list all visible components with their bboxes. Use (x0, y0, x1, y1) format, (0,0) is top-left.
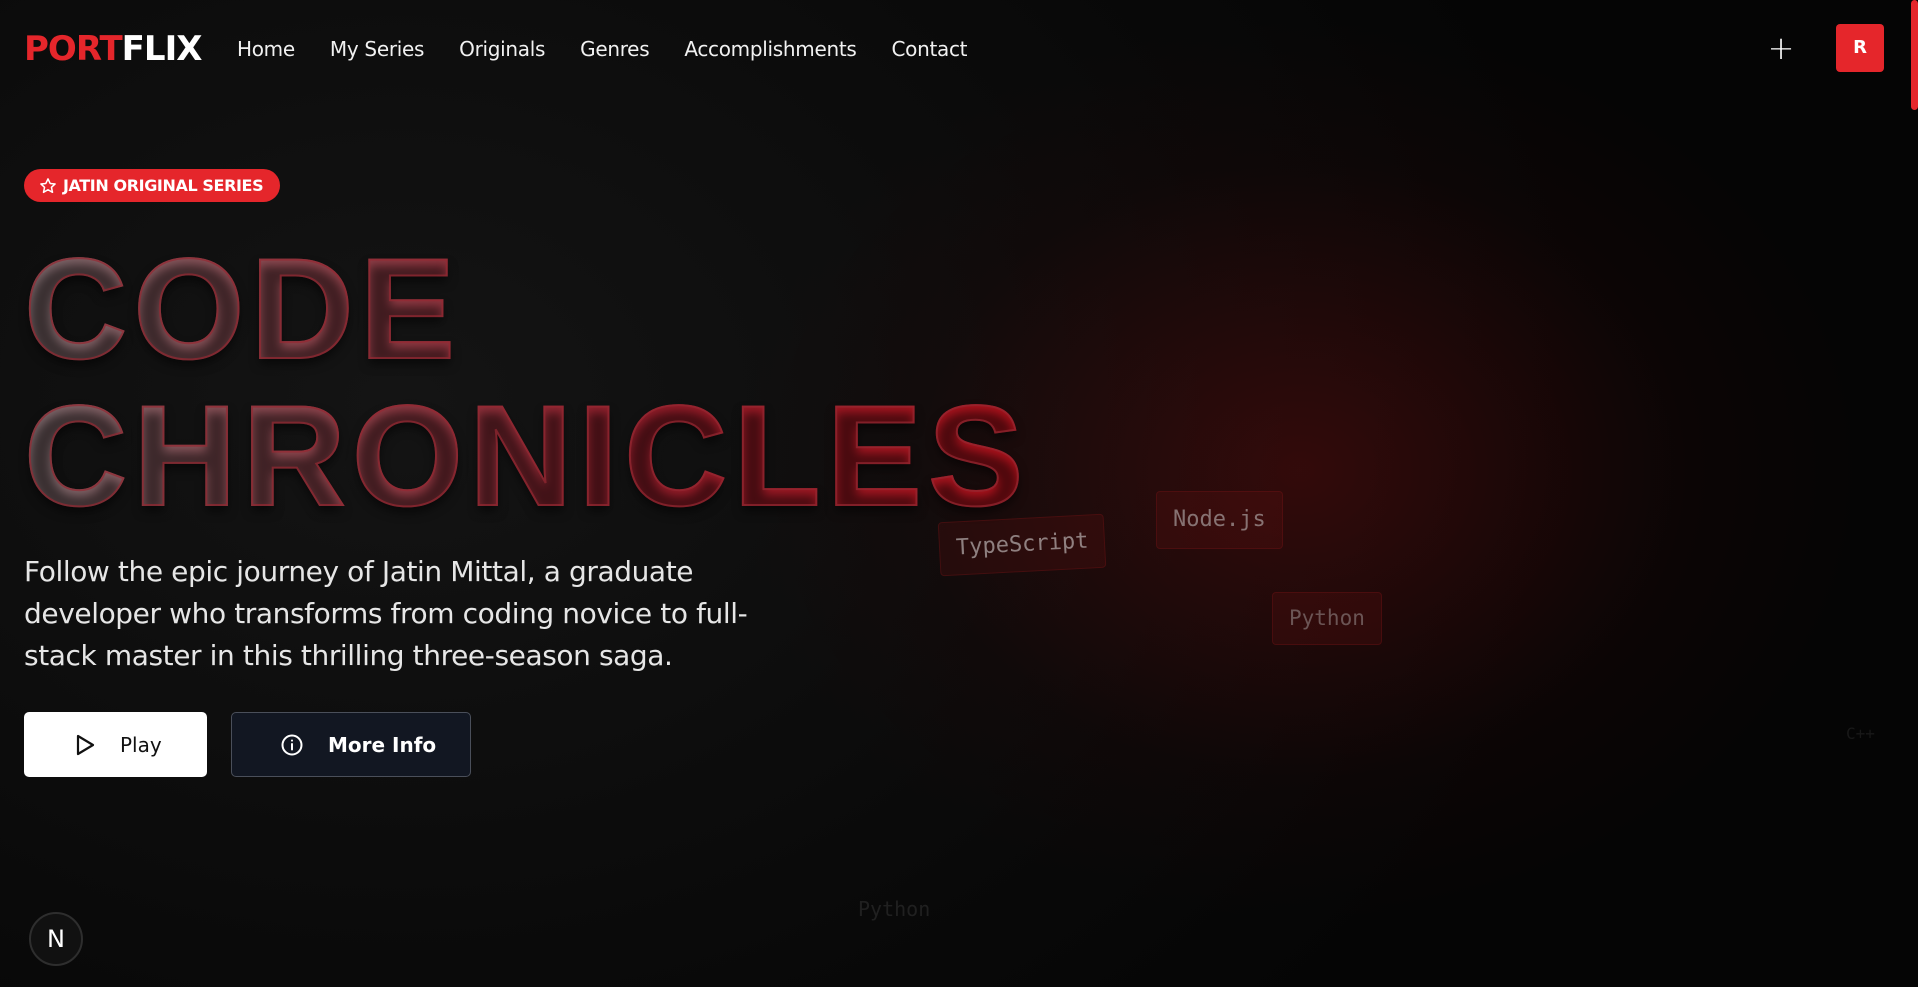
nav-link-home[interactable]: Home (237, 36, 295, 62)
floating-tag-nodejs: Node.js (1156, 491, 1283, 549)
logo-port: PORT (24, 29, 123, 69)
play-icon (76, 734, 95, 755)
ghost-tag-python: Python (858, 897, 931, 921)
hero-title-line-1: CODE (23, 230, 462, 389)
hero-title-line-2: CHRONICLES (23, 377, 1030, 536)
nav-link-my-series[interactable]: My Series (330, 36, 425, 62)
hero-title: CODE CHRONICLES (23, 230, 1030, 536)
nav-links: Home My Series Originals Genres Accompli… (237, 36, 1002, 62)
logo-flix: FLIX (121, 29, 203, 69)
play-button-label: Play (120, 732, 162, 757)
avatar[interactable]: R (1836, 24, 1884, 72)
floating-tag-python: Python (1272, 592, 1382, 645)
star-icon (40, 177, 56, 193)
series-badge-label: JATIN ORIGINAL SERIES (63, 176, 264, 195)
scrollbar-thumb[interactable] (1911, 0, 1918, 110)
add-button[interactable]: + (1766, 30, 1796, 66)
ghost-tag-cpp: C++ (1846, 724, 1875, 743)
hero-description: Follow the epic journey of Jatin Mittal,… (24, 555, 748, 672)
nav-link-contact[interactable]: Contact (891, 36, 967, 62)
logo[interactable]: PORTFLIX (24, 27, 203, 71)
more-info-button[interactable]: More Info (231, 712, 471, 777)
info-icon (281, 734, 303, 755)
top-nav: PORTFLIX Home My Series Originals Genres… (0, 0, 1918, 98)
play-button[interactable]: Play (24, 712, 207, 777)
dev-tools-badge[interactable]: N (29, 912, 83, 966)
nav-link-genres[interactable]: Genres (580, 36, 649, 62)
hero-page: PORTFLIX Home My Series Originals Genres… (0, 0, 1918, 987)
nav-link-accomplishments[interactable]: Accomplishments (684, 36, 856, 62)
more-info-button-label: More Info (328, 732, 437, 757)
series-badge: JATIN ORIGINAL SERIES (24, 169, 281, 202)
floating-tag-typescript: TypeScript (937, 513, 1107, 577)
nav-link-originals[interactable]: Originals (459, 36, 545, 62)
